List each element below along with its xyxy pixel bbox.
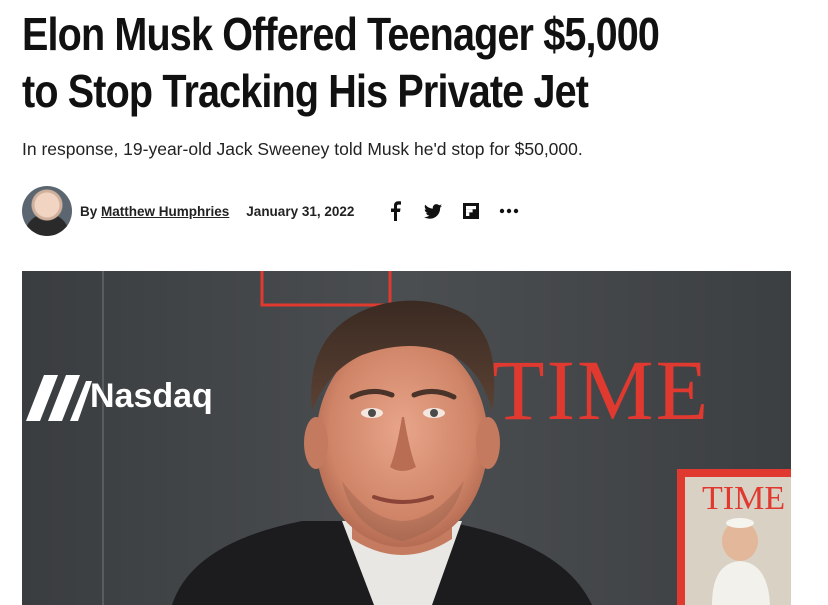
twitter-share-button[interactable] [422, 200, 444, 222]
publish-date: January 31, 2022 [246, 203, 355, 219]
facebook-icon [391, 201, 402, 221]
hero-photo-illustration: Nasdaq TIME TI TIME [22, 271, 791, 605]
magazine-title: TIME [702, 480, 785, 517]
byline-text: By Matthew Humphries [80, 204, 229, 219]
byline: By Matthew Humphries January 31, 2022 [22, 186, 622, 236]
article-headline: Elon Musk Offered Teenager $5,000 to Sto… [22, 8, 660, 117]
byline-prefix: By [80, 203, 98, 219]
share-bar [384, 200, 536, 222]
author-avatar[interactable] [22, 186, 72, 236]
twitter-icon [424, 203, 443, 219]
author-link[interactable]: Matthew Humphries [101, 204, 229, 219]
more-icon [500, 208, 519, 214]
magazine-cover: TIME [677, 469, 791, 605]
facebook-share-button[interactable] [384, 200, 406, 222]
article-dek: In response, 19-year-old Jack Sweeney to… [22, 139, 583, 159]
flipboard-share-button[interactable] [460, 200, 482, 222]
more-options-button[interactable] [498, 200, 520, 222]
nasdaq-text: Nasdaq [90, 377, 213, 415]
hero-image: Nasdaq TIME TI TIME [22, 271, 791, 605]
time-wordmark: TIME [492, 342, 710, 438]
backdrop-seam [102, 271, 104, 605]
flipboard-icon [463, 203, 480, 219]
